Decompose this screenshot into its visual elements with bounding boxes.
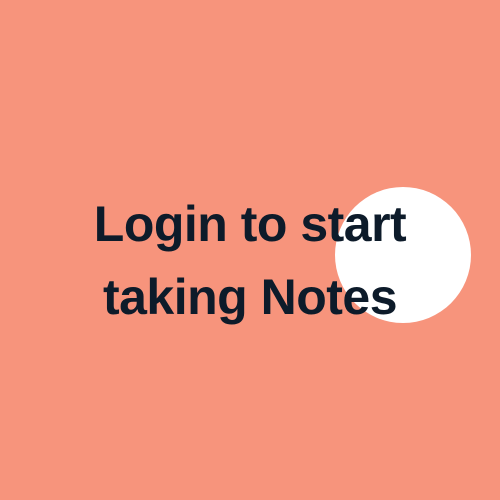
headline-line-1: Login to start (93, 196, 407, 252)
login-prompt-screen: Login to start taking Notes (0, 0, 500, 500)
headline-line-2: taking Notes (102, 269, 398, 325)
login-prompt-headline: Login to start taking Notes (0, 188, 500, 334)
